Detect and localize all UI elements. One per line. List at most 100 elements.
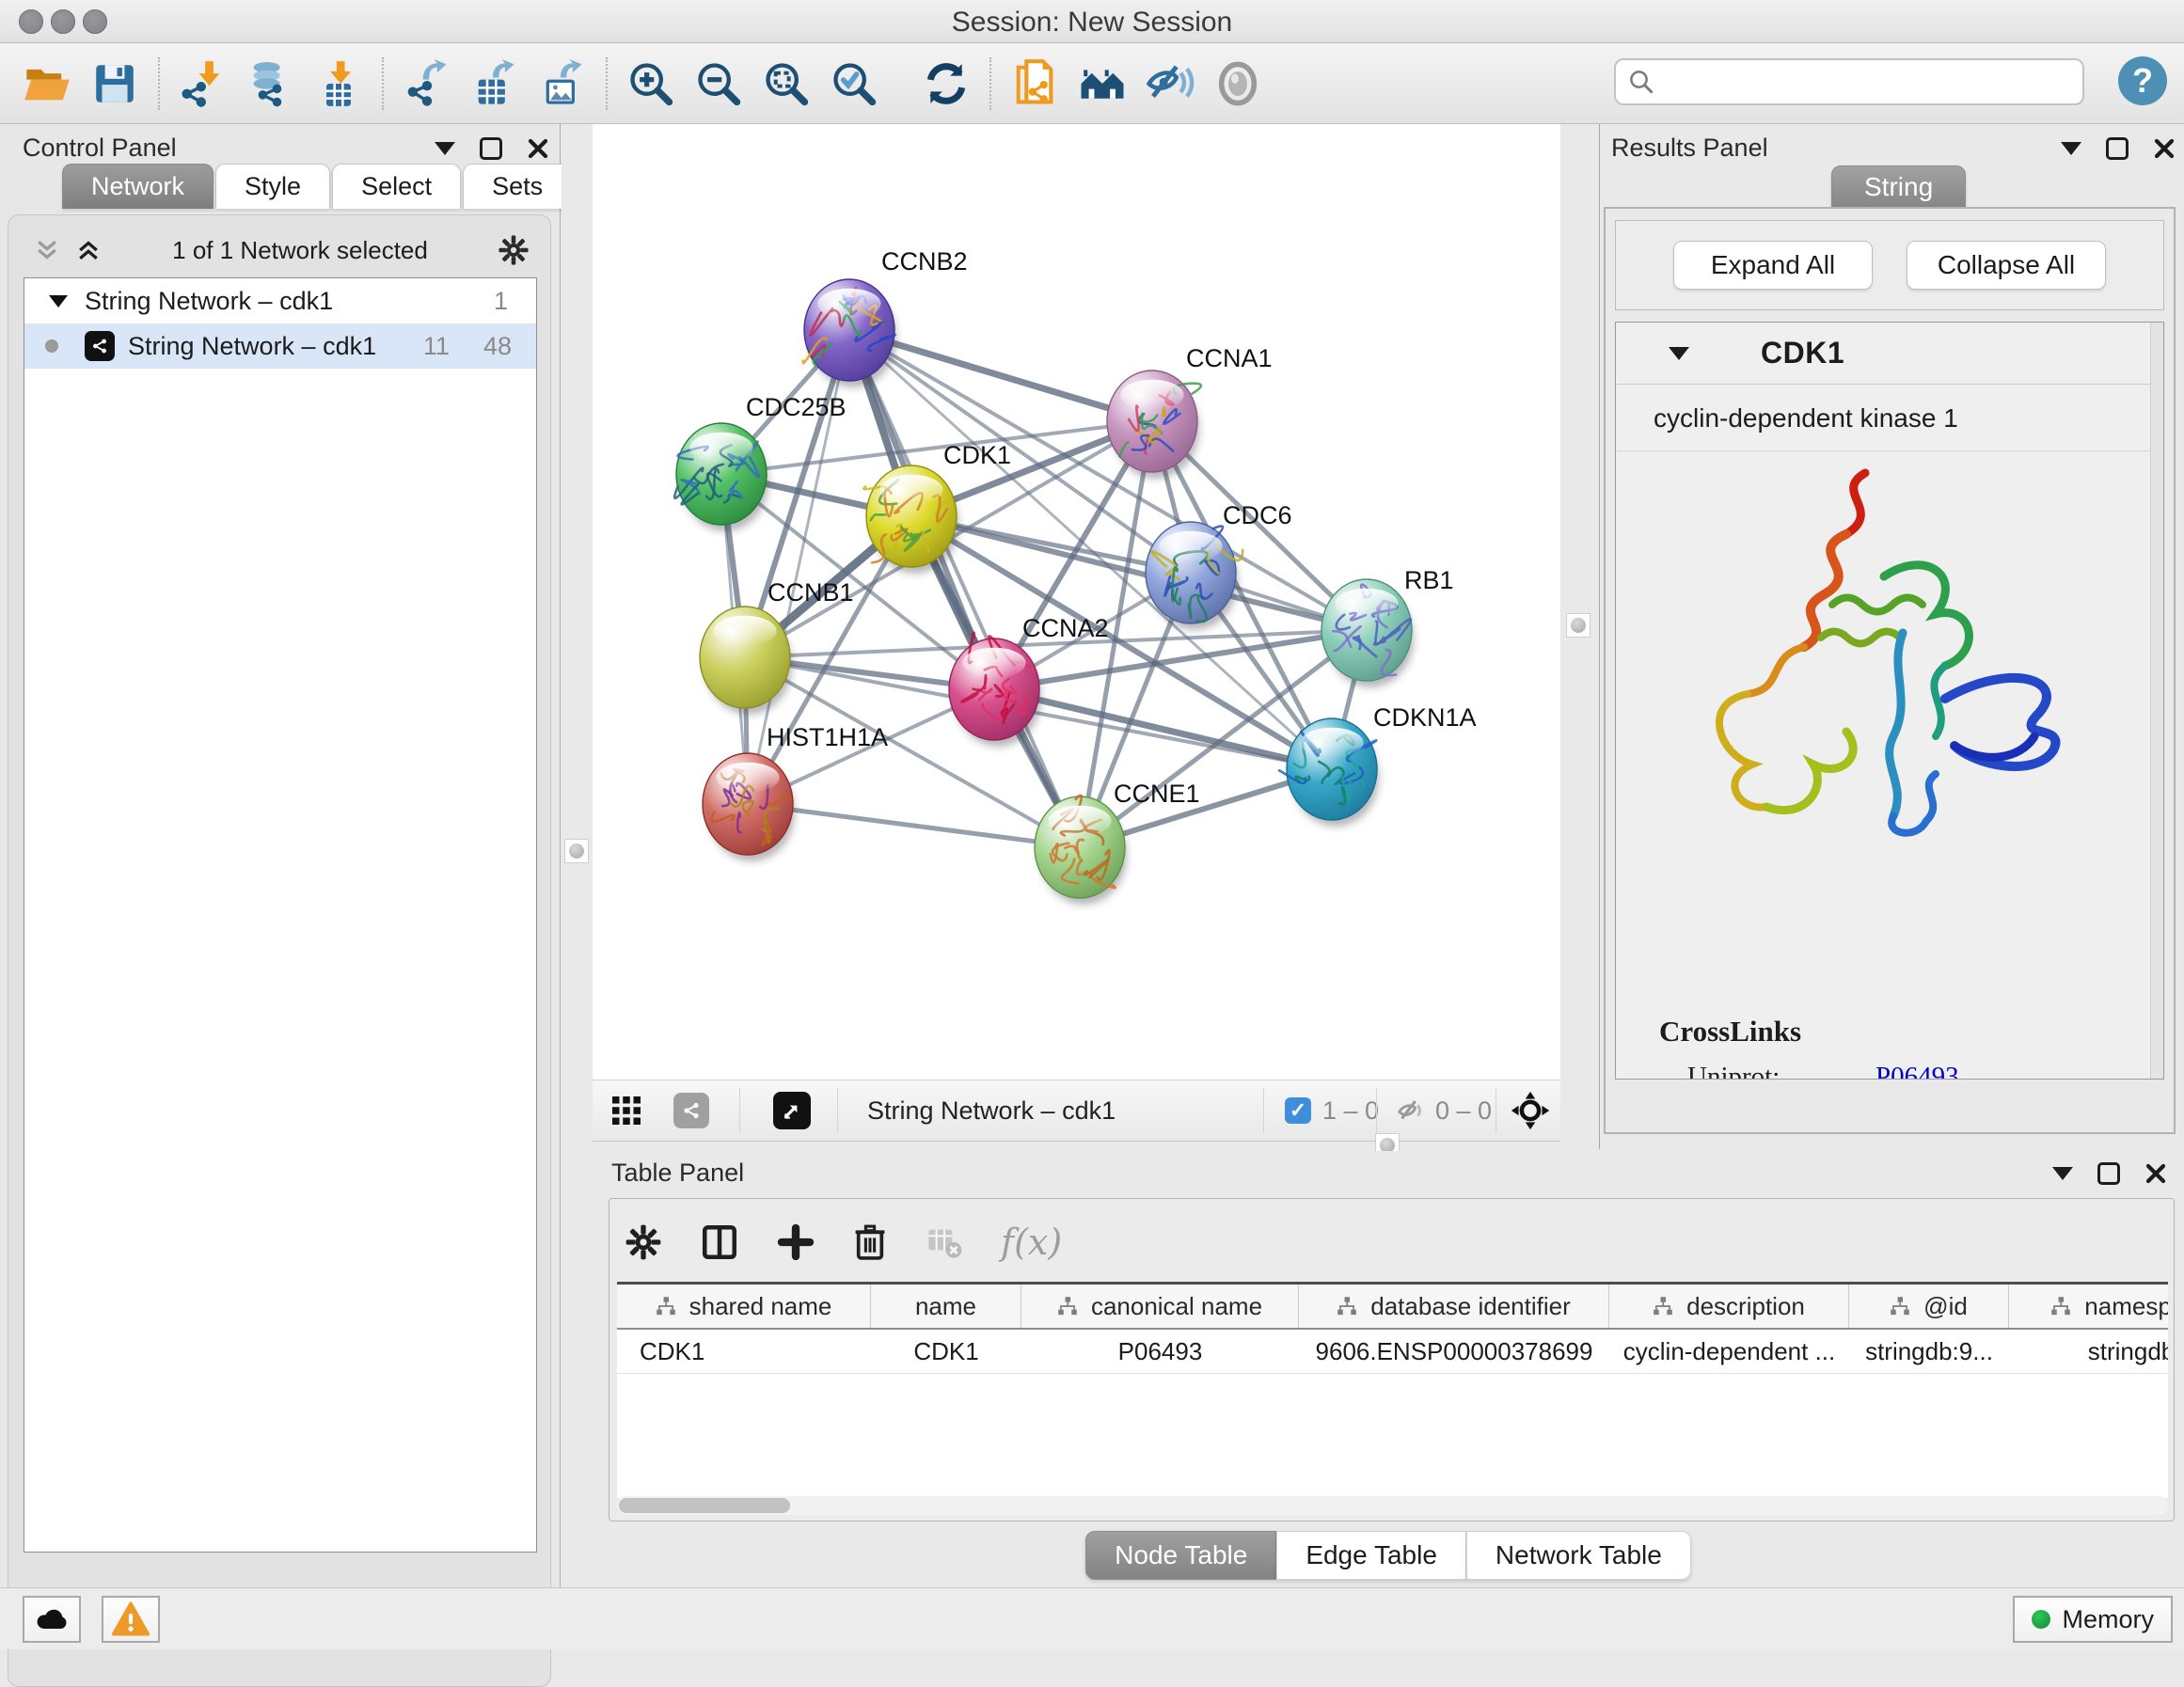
help-button[interactable]: ? [2118,56,2167,105]
zoom-fit-button[interactable] [752,50,820,118]
table-row[interactable]: CDK1CDK1P064939606.ENSP00000378699cyclin… [617,1330,2168,1374]
network-edge[interactable] [911,516,1367,630]
entry-header[interactable]: CDK1 [1616,323,2152,385]
network-type-icon [85,331,115,361]
table-cell[interactable]: stringdb:9... [1849,1330,2009,1373]
selected-checkbox-icon[interactable]: ✓ [1285,1097,1311,1124]
network-edge[interactable] [748,804,1080,847]
table-horizontal-scrollbar[interactable] [617,1496,2168,1515]
tab-network[interactable]: Network [62,164,214,209]
network-canvas[interactable]: CCNB2CCNA1CDC25BCDK1CDC6RB1CCNB1CCNA2CDK… [593,124,1560,1080]
memory-button[interactable]: Memory [2013,1596,2173,1643]
import-table-button[interactable] [305,50,372,118]
scrollbar-thumb[interactable] [619,1498,790,1513]
tab-sets[interactable]: Sets [463,164,572,209]
left-splitter-handle[interactable] [564,839,589,863]
save-session-button[interactable] [81,50,149,118]
table-options-gear-icon[interactable] [625,1223,662,1261]
network-row[interactable]: String Network – cdk1 11 48 [24,323,536,369]
results-scrollbar[interactable] [2150,323,2163,1079]
column-header-database-identifier[interactable]: database identifier [1299,1285,1609,1328]
table-cell[interactable]: 9606.ENSP00000378699 [1299,1330,1609,1373]
column-header-name[interactable]: name [871,1285,1021,1328]
network-collection-row[interactable]: String Network – cdk1 1 [24,278,536,323]
tab-style[interactable]: Style [215,164,330,209]
node-table[interactable]: shared namenamecanonical namedatabase id… [617,1282,2168,1498]
panel-menu-icon[interactable] [2061,142,2081,155]
table-cell[interactable]: cyclin-dependent ... [1609,1330,1849,1373]
tab-network-table[interactable]: Network Table [1466,1531,1691,1580]
export-network-icon [403,59,451,108]
panel-menu-icon[interactable] [2052,1167,2073,1180]
zoom-in-button[interactable] [617,50,685,118]
column-header-namespace[interactable]: namespace [2009,1285,2168,1328]
panel-close-icon[interactable] [2144,1162,2167,1185]
network-node-hist1h1a[interactable]: HIST1H1A [703,723,888,861]
zoom-out-button[interactable] [685,50,752,118]
show-columns-icon[interactable] [700,1222,739,1262]
table-cell[interactable]: CDK1 [871,1330,1021,1373]
panel-float-icon[interactable] [2106,137,2129,160]
cloud-status-button[interactable] [23,1596,81,1643]
expander-icon[interactable] [49,295,68,307]
search-input[interactable] [1655,68,2060,97]
panel-float-icon[interactable] [2097,1162,2120,1185]
warnings-button[interactable] [102,1596,160,1643]
table-cell[interactable]: CDK1 [617,1330,871,1373]
network-graph[interactable]: CCNB2CCNA1CDC25BCDK1CDC6RB1CCNB1CCNA2CDK… [593,124,1560,1080]
network-edge[interactable] [849,330,1080,847]
panel-close-icon[interactable] [2153,137,2176,160]
expand-all-button[interactable]: Expand All [1673,241,1873,290]
tab-select[interactable]: Select [332,164,461,209]
column-header-description[interactable]: description [1609,1285,1849,1328]
delete-column-icon[interactable] [852,1223,888,1261]
panel-close-icon[interactable] [527,137,549,160]
zoom-in-icon [626,59,675,108]
entry-expander-icon[interactable] [1669,347,1689,360]
export-table-button[interactable] [461,50,529,118]
table-cell[interactable]: stringdb [2009,1330,2168,1373]
results-tab-string[interactable]: String [1831,166,1966,209]
network-node-ccnb1[interactable]: CCNB1 [700,578,854,715]
network-node-cdk1[interactable]: CDK1 [863,441,1011,574]
net-toolbar-separator [739,1088,740,1133]
export-image-button[interactable] [529,50,596,118]
import-network-from-database-button[interactable] [237,50,305,118]
clone-network-button[interactable] [1001,50,1068,118]
zoom-selected-button[interactable] [820,50,888,118]
export-network-button[interactable] [393,50,461,118]
collapse-all-button[interactable]: Collapse All [1907,241,2106,290]
show-graphics-details-button[interactable] [1204,50,1272,118]
network-node-ccnb2[interactable]: CCNB2 [803,247,968,387]
tab-edge-table[interactable]: Edge Table [1276,1531,1466,1580]
network-view-button[interactable] [673,1080,709,1141]
panel-float-icon[interactable] [480,137,502,160]
column-header-shared-name[interactable]: shared name [617,1285,871,1328]
crosslink-link[interactable]: P06493 [1875,1062,1959,1080]
network-options-gear-icon[interactable] [498,234,530,266]
search-field[interactable] [1614,58,2084,105]
string-home-button[interactable] [1068,50,1136,118]
import-network-button[interactable] [169,50,237,118]
right-splitter-handle[interactable] [1566,613,1591,638]
detach-view-button[interactable] [773,1080,811,1141]
column-header--id[interactable]: @id [1849,1285,2009,1328]
network-node-cdc6[interactable]: CDC6 [1146,501,1292,630]
panel-menu-icon[interactable] [435,142,455,155]
network-node-rb1[interactable]: RB1 [1321,566,1454,687]
right-splitter[interactable] [1560,124,1599,1151]
grid-view-button[interactable] [609,1080,643,1141]
collapse-all-icon[interactable] [33,238,61,262]
add-column-icon[interactable] [777,1223,815,1261]
left-splitter[interactable] [562,124,593,1587]
column-header-canonical-name[interactable]: canonical name [1021,1285,1299,1328]
birdseye-toggle-button[interactable] [1511,1080,1550,1141]
network-node-ccna1[interactable]: CCNA1 [1107,344,1273,479]
expand-all-icon[interactable] [74,238,103,262]
open-session-button[interactable] [13,50,81,118]
tab-node-table[interactable]: Node Table [1085,1531,1276,1580]
apply-layout-button[interactable] [912,50,980,118]
table-cell[interactable]: P06493 [1021,1330,1299,1373]
network-node-ccna2[interactable]: CCNA2 [949,614,1109,747]
hide-unhide-button[interactable] [1136,50,1204,118]
